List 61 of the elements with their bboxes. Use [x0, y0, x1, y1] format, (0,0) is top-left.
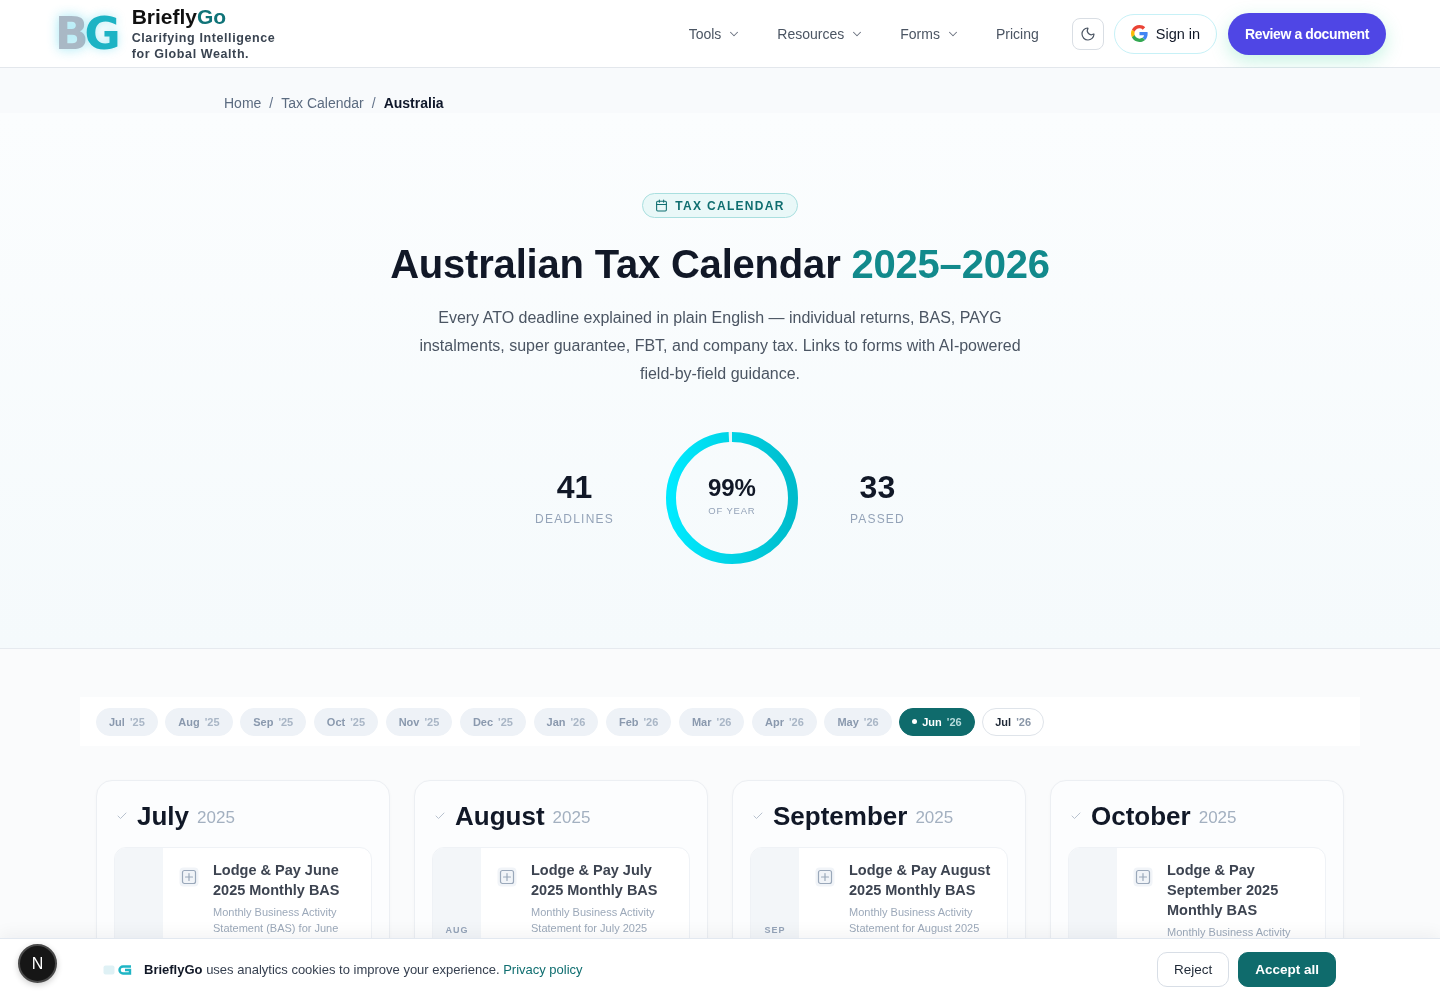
cookie-message: BrieflyGo uses analytics cookies to improve your experience. Privacy policy — [144, 960, 583, 979]
deadline-title: Lodge & Pay August 2025 Monthly BAS — [849, 861, 992, 900]
stat-label: DEADLINES — [535, 511, 614, 527]
brand-logo-icon — [103, 962, 133, 977]
month-heading: July — [137, 801, 190, 831]
calendar-icon — [655, 199, 669, 212]
google-logo-icon — [1130, 25, 1148, 42]
deadline-description: Monthly Business Activity Statement (BAS) for June — [213, 905, 340, 936]
stat-label: PASSED — [849, 511, 905, 527]
section-badge: TAX CALENDAR — [642, 193, 798, 218]
nav-dropdown[interactable]: Resources — [777, 25, 865, 42]
plus-square-icon — [179, 867, 199, 887]
plus-square-icon — [815, 867, 835, 887]
month-heading: August — [455, 801, 545, 831]
date-label: AUG — [445, 925, 469, 936]
brand-name[interactable]: BrieflyGo — [131, 5, 290, 29]
privacy-policy-link[interactable]: Privacy policy — [503, 961, 583, 977]
date-label: SEP — [764, 925, 786, 936]
plus-square-icon — [497, 867, 517, 887]
stat-value: 33 — [859, 469, 896, 505]
month-heading: September — [773, 801, 908, 831]
month-year: 2025 — [1198, 807, 1237, 829]
breadcrumb-separator: / — [269, 94, 274, 113]
breadcrumb-separator: / — [371, 94, 376, 113]
deadline-description: Monthly Business Activity — [1167, 925, 1292, 938]
dev-tools-button[interactable]: N — [18, 944, 57, 983]
deadline-item[interactable]: SEP Lodge & Pay August 2025 Monthly BAS Monthly Business Activity Statement for August 2025 — [750, 847, 1008, 938]
deadline-item[interactable]: AUG Lodge & Pay July 2025 Monthly BAS Monthly Business Activity Statement for July 2025 — [432, 847, 690, 938]
month-heading: October — [1091, 801, 1191, 831]
theme-toggle-button[interactable] — [1071, 17, 1104, 50]
breadcrumb-link[interactable]: Australia — [383, 93, 444, 113]
deadline-description: Monthly Business Activity Statement for August 2025 — [849, 905, 981, 936]
moon-icon — [1079, 25, 1096, 42]
nav-dropdown[interactable]: Tools — [688, 25, 742, 42]
sign-in-button[interactable]: Sign in — [1113, 13, 1218, 54]
deadline-item[interactable]: Lodge & Pay June 2025 Monthly BAS Monthly Business Activity Statement (BAS) for June — [114, 847, 372, 938]
deadline-item[interactable]: Lodge & Pay September 2025 Monthly BAS Monthly Business Activity — [1068, 847, 1326, 938]
stat-value: 99% — [707, 473, 756, 502]
plus-square-icon — [1133, 867, 1153, 887]
month-year: 2025 — [197, 807, 235, 829]
deadline-title: Lodge & Pay September 2025 Monthly BAS — [1167, 861, 1280, 920]
brand-tagline: Clarifying Intelligence for Global Wealth. — [131, 30, 277, 62]
stat-value: 41 — [556, 469, 593, 505]
month-tab[interactable]: Jul '26 — [982, 707, 1044, 736]
dot-icon — [912, 719, 918, 724]
month-year: 2025 — [915, 807, 954, 829]
deadline-description: Monthly Business Activity Statement for July 2025 — [531, 905, 656, 936]
nav-dropdown[interactable]: Forms — [900, 25, 960, 42]
breadcrumb-link[interactable]: Home — [224, 93, 262, 113]
page-title: Australian Tax Calendar 2025–2026 — [390, 241, 1050, 288]
stat-label: OF YEAR — [708, 504, 756, 517]
page-subtitle: Every ATO deadline explained in plain English — individual returns, BAS, PAYG instalments, super guarantee, FBT, and company tax. Links to forms with AI-powered field-by-field guidance. — [418, 308, 1022, 384]
reject-button[interactable]: Reject — [1156, 952, 1230, 987]
deadline-title: Lodge & Pay June 2025 Monthly BAS — [213, 861, 341, 900]
month-tab[interactable]: Jun '26 — [899, 707, 975, 736]
nav-link[interactable]: Pricing — [995, 25, 1039, 42]
breadcrumb-link[interactable]: Tax Calendar — [281, 93, 364, 113]
accept-button[interactable]: Accept all — [1238, 952, 1336, 987]
deadline-title: Lodge & Pay July 2025 Monthly BAS — [531, 861, 659, 900]
review-document-button[interactable]: Review a document — [1228, 12, 1386, 55]
month-year: 2025 — [552, 807, 591, 829]
